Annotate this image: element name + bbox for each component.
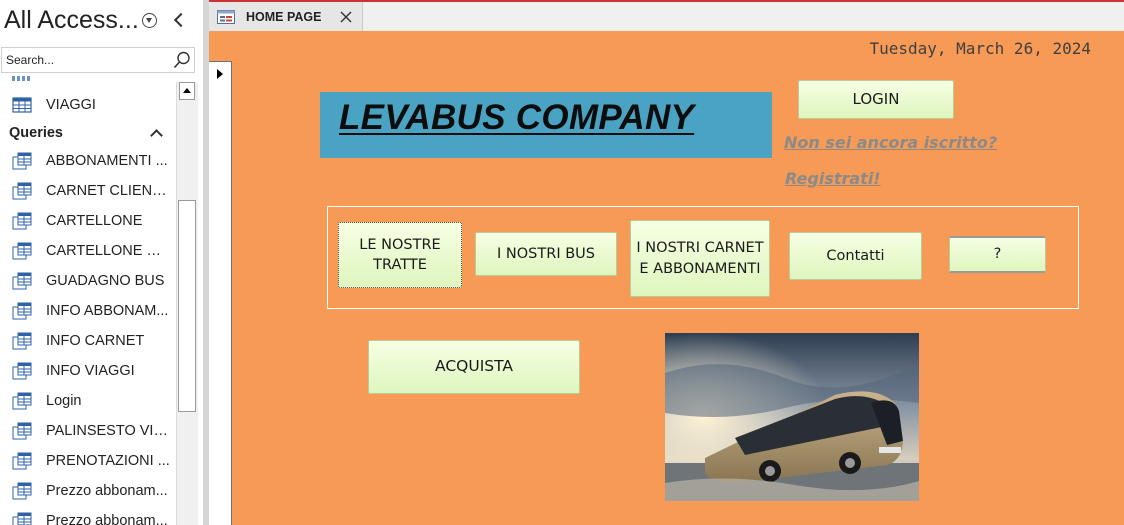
- nav-item-label: Prezzo abbonam...: [46, 483, 168, 499]
- query-icon: [12, 212, 32, 230]
- query-icon: [12, 302, 32, 320]
- date-display: Tuesday, March 26, 2024: [869, 39, 1091, 58]
- navigation-pane-title[interactable]: All Access...: [4, 6, 139, 35]
- scrollbar-thumb[interactable]: [178, 200, 196, 412]
- partial-item-icon: [12, 76, 32, 81]
- nav-item-label: INFO ABBONAM...: [46, 303, 169, 319]
- query-icon: [12, 272, 32, 290]
- nav-item-query[interactable]: ABBONAMENTI ...: [0, 146, 175, 176]
- acquista-button[interactable]: ACQUISTA: [368, 340, 580, 394]
- navigation-list: VIAGGI Queries ABBONAMENTI ... CARNET CLI…: [0, 76, 175, 525]
- nav-item-query[interactable]: Prezzo abbonam...: [0, 506, 175, 525]
- nav-item-query[interactable]: GUADAGNO BUS: [0, 266, 175, 296]
- nav-item-query[interactable]: CARTELLONE VI...: [0, 236, 175, 266]
- home-page-form: Tuesday, March 26, 2024 LEVABUS COMPANY …: [209, 31, 1124, 525]
- chevron-down-icon[interactable]: [142, 13, 157, 28]
- nav-item-label: Login: [46, 393, 82, 409]
- query-icon: [12, 242, 32, 260]
- nav-item-label: PRENOTAZIONI ...: [46, 453, 170, 469]
- company-title: LEVABUS COMPANY: [339, 98, 695, 137]
- signup-prompt-link[interactable]: Non sei ancora iscritto?: [784, 133, 997, 152]
- document-tab-bar: HOME PAGE: [209, 0, 1124, 31]
- nav-item-label: INFO CARNET: [46, 333, 145, 349]
- current-record-arrow-icon: [217, 69, 223, 79]
- queries-group-label: Queries: [9, 125, 63, 141]
- query-icon: [12, 182, 32, 200]
- search-box: [1, 47, 195, 73]
- nav-item-query[interactable]: INFO CARNET: [0, 326, 175, 356]
- nav-item-query[interactable]: PRENOTAZIONI ...: [0, 446, 175, 476]
- nav-item-label: CARTELLONE VI...: [46, 243, 170, 259]
- scroll-up-arrow-icon[interactable]: [179, 82, 195, 100]
- query-icon: [12, 512, 32, 525]
- nav-item-query[interactable]: Login: [0, 386, 175, 416]
- nav-item-label: Prezzo abbonam...: [46, 513, 168, 525]
- queries-group-header[interactable]: Queries: [0, 122, 175, 146]
- query-icon: [12, 482, 32, 500]
- carnet-abbonamenti-button[interactable]: I NOSTRI CARNET E ABBONAMENTI: [630, 220, 770, 297]
- query-icon: [12, 452, 32, 470]
- search-icon[interactable]: [173, 51, 191, 69]
- navigation-pane: All Access... VIAGGI Queries: [0, 0, 204, 525]
- login-button[interactable]: LOGIN: [798, 80, 954, 119]
- nav-item-query[interactable]: INFO VIAGGI: [0, 356, 175, 386]
- query-icon: [12, 152, 32, 170]
- nav-item-label: GUADAGNO BUS: [46, 273, 165, 289]
- nav-item-label: ABBONAMENTI ...: [46, 153, 168, 169]
- shutter-bar-close-icon[interactable]: [172, 10, 190, 30]
- tab-label: HOME PAGE: [246, 10, 322, 24]
- nav-item-query[interactable]: CARTELLONE: [0, 206, 175, 236]
- chevron-up-icon[interactable]: [151, 126, 161, 136]
- nav-item-query[interactable]: INFO ABBONAM...: [0, 296, 175, 326]
- nav-item-label: INFO VIAGGI: [46, 363, 135, 379]
- nav-item-label: CARNET CLIENTE: [46, 183, 170, 199]
- nav-item-query[interactable]: CARNET CLIENTE: [0, 176, 175, 206]
- search-input[interactable]: [6, 52, 166, 68]
- register-link[interactable]: Registrati!: [785, 169, 881, 188]
- nav-item-label: PALINSESTO VIA...: [46, 423, 170, 439]
- bus-photo: [665, 333, 919, 501]
- query-icon: [12, 362, 32, 380]
- nav-item-table-viaggi[interactable]: VIAGGI: [0, 90, 175, 120]
- query-icon: [12, 332, 32, 350]
- form-icon: [217, 10, 235, 24]
- company-title-banner: LEVABUS COMPANY: [320, 92, 772, 158]
- bus-button[interactable]: I NOSTRI BUS: [475, 232, 617, 276]
- query-icon: [12, 422, 32, 440]
- nav-item-label: CARTELLONE: [46, 213, 143, 229]
- navigation-scrollbar[interactable]: [176, 82, 198, 525]
- navigation-pane-header: All Access...: [0, 0, 203, 46]
- close-icon[interactable]: [339, 10, 353, 24]
- tratte-button[interactable]: LE NOSTRE TRATTE: [338, 222, 462, 288]
- nav-item-query[interactable]: Prezzo abbonam...: [0, 476, 175, 506]
- record-selector[interactable]: [209, 61, 232, 525]
- contatti-button[interactable]: Contatti: [789, 232, 922, 280]
- tab-home-page[interactable]: HOME PAGE: [209, 2, 363, 31]
- nav-item-label: VIAGGI: [46, 97, 96, 113]
- help-button[interactable]: ?: [949, 236, 1046, 273]
- nav-item-query[interactable]: PALINSESTO VIA...: [0, 416, 175, 446]
- table-icon: [12, 97, 32, 113]
- query-icon: [12, 392, 32, 410]
